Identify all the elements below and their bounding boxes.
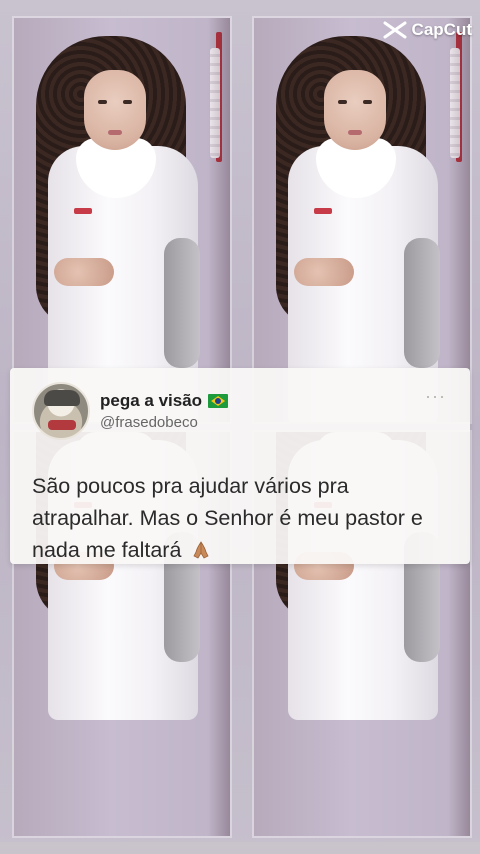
capcut-watermark: CapCut (383, 20, 472, 40)
brazil-flag-icon (208, 394, 229, 408)
face (84, 70, 146, 150)
display-name[interactable]: pega a visão (100, 391, 202, 411)
tweet-body: São poucos pra ajudar vários pra atrapal… (32, 474, 423, 562)
tweet-card[interactable]: pega a visão @frasedobeco ··· São poucos… (10, 368, 470, 564)
bottom-strip (0, 842, 480, 854)
praying-hands-icon (193, 541, 209, 559)
avatar[interactable] (32, 382, 90, 440)
video-frame: CapCut pega a visão @frasedobeco ··· São… (0, 0, 480, 854)
person-figure (254, 18, 470, 422)
photo-tile-top-right (254, 18, 470, 422)
photo-tile-top-left (14, 18, 230, 422)
user-handle[interactable]: @frasedobeco (100, 414, 228, 431)
face (324, 70, 386, 150)
more-options-icon[interactable]: ··· (425, 386, 446, 407)
tweet-author: pega a visão @frasedobeco (100, 391, 229, 431)
tweet-text: São poucos pra ajudar vários pra atrapal… (32, 470, 442, 566)
capcut-logo-icon (383, 21, 407, 39)
tweet-header: pega a visão @frasedobeco (32, 378, 452, 444)
capcut-label: CapCut (411, 20, 472, 39)
person-figure (14, 18, 230, 422)
